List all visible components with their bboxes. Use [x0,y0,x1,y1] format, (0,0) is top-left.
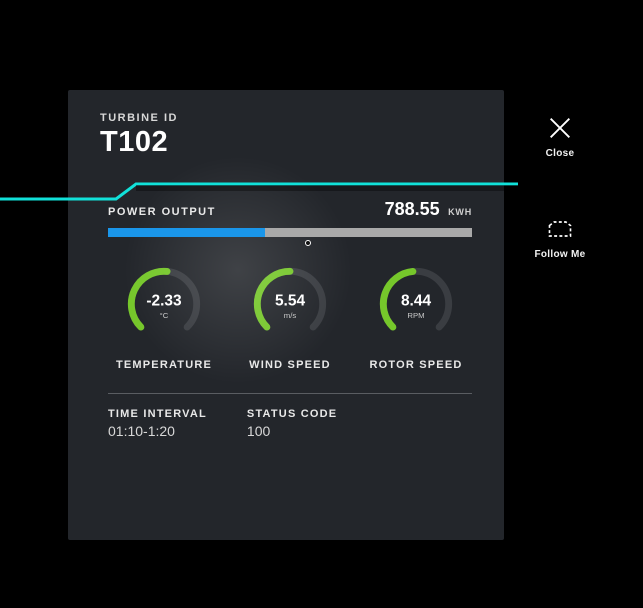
power-output-bar[interactable] [108,228,472,237]
info-row: TIME INTERVAL 01:10-1:20 STATUS CODE 100 [108,408,472,439]
gauge-rotor: 8.44 RPM ROTOR SPEED [360,261,472,371]
close-button[interactable]: Close [520,114,600,159]
divider [108,393,472,394]
power-output-value-wrap: 788.55 KWH [385,199,472,220]
gauge-wind-value: 5.54 [275,293,306,310]
turbine-id-value: T102 [100,126,476,159]
power-output-label: POWER OUTPUT [108,206,216,218]
info-status: STATUS CODE 100 [247,408,337,439]
power-output-unit: KWH [448,207,472,217]
power-output-value: 788.55 [385,199,440,219]
gauge-temperature: -2.33 °C TEMPERATURE [108,261,220,371]
gauge-wind-label: WIND SPEED [234,359,346,371]
gauge-temperature-value: -2.33 [146,293,182,310]
power-output-row: POWER OUTPUT 788.55 KWH [108,199,472,220]
interval-value: 01:10-1:20 [108,423,207,439]
gauge-rotor-value: 8.44 [401,293,432,310]
gauges-row: -2.33 °C TEMPERATURE 5.54 m/s WIND SPEED [108,261,472,371]
camera-icon [546,215,574,243]
gauge-rotor-label: ROTOR SPEED [360,359,472,371]
gauge-wind: 5.54 m/s WIND SPEED [234,261,346,371]
follow-button[interactable]: Follow Me [520,215,600,260]
turbine-panel: TURBINE ID T102 POWER OUTPUT 788.55 KWH … [68,90,504,540]
close-label: Close [546,148,575,159]
status-value: 100 [247,423,337,439]
gauge-rotor-unit: RPM [407,311,424,320]
interval-label: TIME INTERVAL [108,408,207,420]
panel-header: TURBINE ID T102 [68,90,504,173]
side-actions: Close Follow Me [520,114,600,316]
power-output-handle[interactable] [305,240,311,246]
status-label: STATUS CODE [247,408,337,420]
gauge-wind-unit: m/s [284,311,297,320]
gauge-temperature-unit: °C [160,311,169,320]
panel-body: POWER OUTPUT 788.55 KWH -2.33 °C TEMPERA… [68,173,504,439]
gauge-temperature-label: TEMPERATURE [108,359,220,371]
power-output-bar-fill [108,228,265,237]
follow-label: Follow Me [534,249,585,260]
turbine-id-label: TURBINE ID [100,112,476,124]
close-icon [546,114,574,142]
info-interval: TIME INTERVAL 01:10-1:20 [108,408,207,439]
